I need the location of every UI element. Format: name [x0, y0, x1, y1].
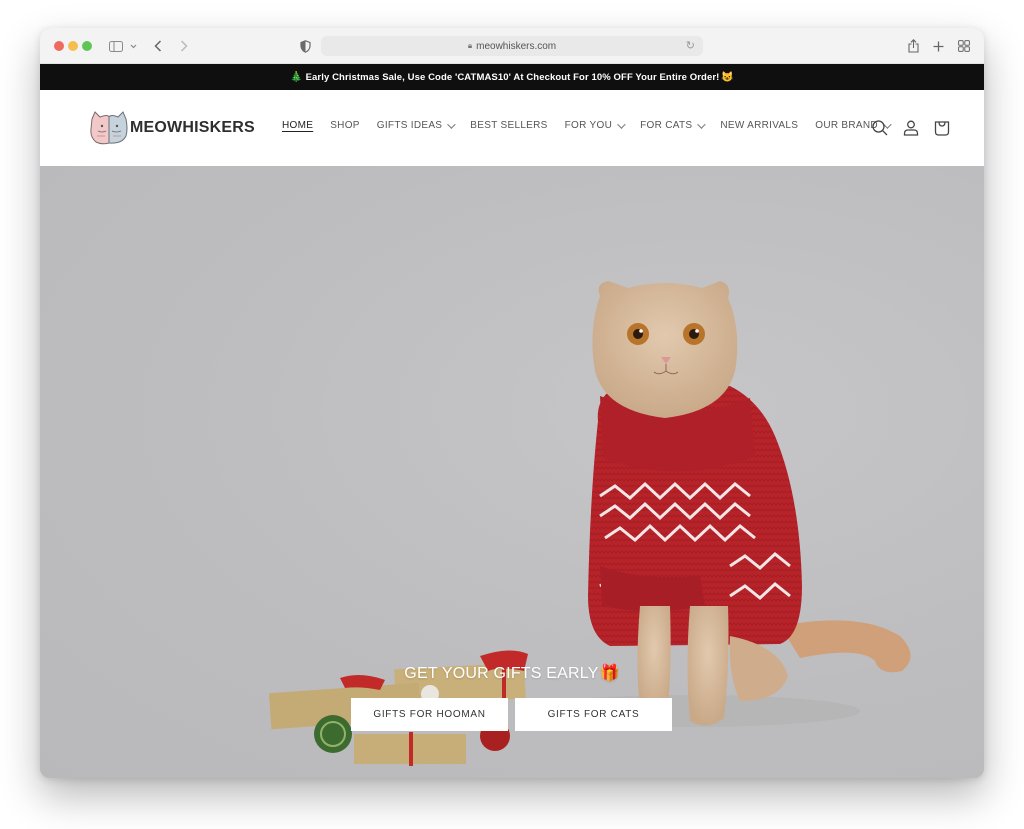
nav-item-new-arrivals[interactable]: NEW ARRIVALS [720, 120, 798, 131]
cat-face-icon: 😺 [721, 71, 734, 83]
main-nav: HOME SHOP GIFTS IDEAS BEST SELLERS FOR Y… [282, 119, 906, 131]
nav-item-label: HOME [282, 120, 314, 131]
chevron-down-icon[interactable] [128, 36, 138, 56]
lock-icon: 🔒︎ [467, 41, 473, 50]
cat-head [592, 281, 738, 418]
gift-icon: 🎁 [599, 665, 620, 682]
back-icon[interactable] [152, 36, 164, 56]
nav-item-label: BEST SELLERS [470, 120, 548, 131]
nav-item-home[interactable]: HOME [282, 120, 313, 131]
hero-title: GET YOUR GIFTS EARLY🎁 [40, 663, 984, 683]
gifts-for-cats-button[interactable]: GIFTS FOR CATS [515, 698, 672, 731]
hero-buttons: GIFTS FOR HOOMAN GIFTS FOR CATS [351, 698, 679, 731]
address-bar[interactable]: 🔒︎ meowhiskers.com ↻ [321, 36, 703, 56]
sidebar-icon[interactable] [108, 36, 124, 56]
header-actions [859, 118, 952, 138]
chevron-down-icon [447, 119, 456, 129]
announcement-bar: 🎄 Early Christmas Sale, Use Code 'CATMAS… [40, 64, 984, 90]
nav-item-for-you[interactable]: FOR YOU [564, 119, 626, 131]
close-window-button[interactable] [54, 41, 64, 51]
cat-leg-left [637, 606, 671, 712]
account-icon[interactable] [901, 118, 921, 138]
site-logo[interactable]: MEOWHISKERS [88, 108, 255, 148]
nav-item-label: FOR CATS [640, 120, 693, 131]
chevron-down-icon [617, 119, 626, 129]
nav-item-shop[interactable]: SHOP [330, 120, 360, 131]
nav-item-for-cats[interactable]: FOR CATS [640, 119, 707, 131]
logo-cat-icon [88, 109, 130, 147]
site-header: MEOWHISKERS HOME SHOP GIFTS IDEAS BEST S… [40, 90, 984, 166]
hero-image [268, 281, 911, 766]
share-icon[interactable] [906, 36, 920, 56]
search-icon[interactable] [870, 118, 890, 138]
new-tab-icon[interactable] [931, 36, 945, 56]
hero-banner: GET YOUR GIFTS EARLY🎁 GIFTS FOR HOOMAN G… [40, 166, 984, 778]
nav-item-label: NEW ARRIVALS [720, 120, 799, 131]
hero-title-text: GET YOUR GIFTS EARLY [404, 665, 599, 682]
nav-item-label: GIFTS IDEAS [376, 120, 443, 131]
url-text: meowhiskers.com [476, 40, 557, 52]
nav-item-best-sellers[interactable]: BEST SELLERS [470, 120, 547, 131]
tab-overview-icon[interactable] [957, 36, 971, 56]
zoom-window-button[interactable] [82, 41, 92, 51]
christmas-tree-icon: 🎄 [290, 71, 303, 83]
browser-window: 🔒︎ meowhiskers.com ↻ 🎄 Early Christmas S… [40, 28, 984, 778]
logo-text: MEOWHISKERS [130, 119, 255, 136]
chevron-down-icon [697, 119, 707, 129]
gifts-for-hooman-button[interactable]: GIFTS FOR HOOMAN [351, 698, 508, 731]
privacy-shield-icon[interactable] [298, 36, 312, 56]
nav-item-gifts-ideas[interactable]: GIFTS IDEAS [376, 119, 456, 131]
reload-icon[interactable]: ↻ [686, 39, 695, 52]
forward-icon[interactable] [178, 36, 190, 56]
cart-icon[interactable] [932, 118, 952, 138]
nav-item-label: FOR YOU [564, 120, 613, 131]
minimize-window-button[interactable] [68, 41, 78, 51]
browser-toolbar: 🔒︎ meowhiskers.com ↻ [40, 28, 984, 64]
announcement-text: Early Christmas Sale, Use Code 'CATMAS10… [305, 71, 720, 83]
nav-item-label: SHOP [330, 120, 360, 131]
